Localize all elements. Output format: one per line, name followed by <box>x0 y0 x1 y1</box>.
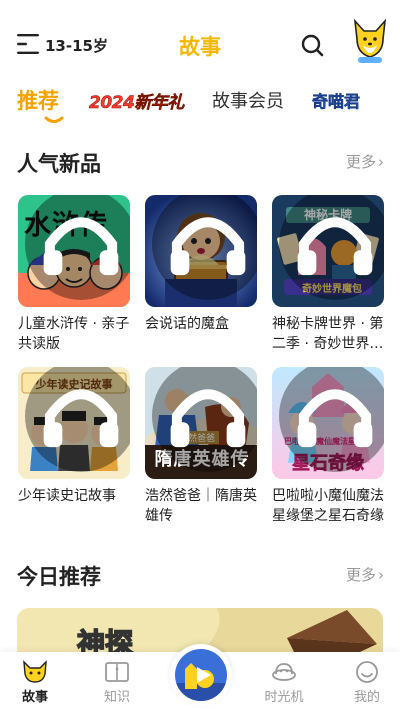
nav-label: 时光机 <box>264 690 304 705</box>
headphone-icon <box>152 195 257 300</box>
chevron-right-icon: › <box>378 565 384 584</box>
nav-item-story[interactable]: 故事 <box>5 660 65 705</box>
player-button[interactable] <box>170 644 232 706</box>
tab-new-year-gift[interactable]: 2024新年礼 <box>89 80 185 120</box>
story-card[interactable]: 神秘卡牌 奇妙世界魔包 神秘卡牌世界 · 第二季 · 奇妙世界魔包 <box>272 195 384 354</box>
tab-recommend[interactable]: 推荐 <box>17 80 64 123</box>
nav-label: 我的 <box>353 690 380 705</box>
now-playing-cover <box>175 649 227 701</box>
more-label: 更多 <box>345 153 376 171</box>
tab-story-member[interactable]: 故事会员 <box>212 80 284 120</box>
story-title: 浩然爸爸｜隋唐英雄传 <box>145 488 257 524</box>
nav-label: 知识 <box>103 690 130 705</box>
time-machine-icon <box>272 663 296 681</box>
fox-icon <box>23 660 47 683</box>
story-title: 儿童水浒传 · 亲子共读版 <box>18 316 130 352</box>
story-cover: 浩然爸爸 隋唐英雄传 <box>145 367 257 479</box>
story-title: 少年读史记故事 <box>18 488 116 504</box>
tab-label: 推荐 <box>17 89 59 113</box>
tab-label: 2024新年礼 <box>89 92 185 113</box>
tab-label: 奇喵君 <box>312 92 361 112</box>
smile-icon <box>356 661 378 683</box>
book-icon <box>105 662 129 682</box>
story-cover <box>145 195 257 307</box>
search-icon[interactable] <box>300 33 324 57</box>
tab-label: 故事会员 <box>212 91 284 112</box>
fox-avatar-icon[interactable] <box>352 17 388 65</box>
page-title: 故事 <box>179 35 221 59</box>
section-title-popular: 人气新品 <box>17 152 101 176</box>
nav-label: 故事 <box>21 690 48 705</box>
story-card[interactable]: 水浒传 儿童水浒传 · 亲子共读版 <box>18 195 130 354</box>
chevron-right-icon: › <box>378 152 384 171</box>
story-card[interactable]: 少年读史记故事 少年读史记故事 <box>18 367 130 506</box>
story-cover: 水浒传 <box>18 195 130 307</box>
headphone-icon <box>152 367 257 472</box>
headphone-icon <box>279 367 384 472</box>
headphone-icon <box>25 367 130 472</box>
section-title-today: 今日推荐 <box>17 565 101 589</box>
category-tabs: 推荐 2024新年礼 故事会员 奇喵君 <box>0 80 400 126</box>
more-link-popular[interactable]: 更多 › <box>346 151 384 172</box>
story-cover: 神秘卡牌 奇妙世界魔包 <box>272 195 384 307</box>
story-card[interactable]: 浩然爸爸 隋唐英雄传 浩然爸爸｜隋唐英雄传 <box>145 367 257 526</box>
story-title: 会说话的魔盒 <box>145 316 229 332</box>
tab-qimiaojun[interactable]: 奇喵君 <box>312 80 361 120</box>
top-bar: 13-15岁 故事 <box>0 0 400 80</box>
story-cover: 巴啦啦小魔仙魔法星缘堡 星石奇缘 <box>272 367 384 479</box>
nav-item-mine[interactable]: 我的 <box>337 660 397 705</box>
story-card[interactable]: 会说话的魔盒 <box>145 195 257 334</box>
story-card[interactable]: 巴啦啦小魔仙魔法星缘堡 星石奇缘 巴啦啦小魔仙魔法星缘堡之星石奇缘 <box>272 367 384 526</box>
active-tab-indicator <box>44 116 64 123</box>
story-cover: 少年读史记故事 <box>18 367 130 479</box>
story-title: 巴啦啦小魔仙魔法星缘堡之星石奇缘 <box>272 488 384 524</box>
more-link-today[interactable]: 更多 › <box>346 564 384 585</box>
nav-item-time-machine[interactable]: 时光机 <box>254 660 314 705</box>
story-title: 神秘卡牌世界 · 第二季 · 奇妙世界魔包 <box>272 316 384 352</box>
nav-item-knowledge[interactable]: 知识 <box>87 660 147 705</box>
more-label: 更多 <box>345 566 376 584</box>
headphone-icon <box>25 195 130 300</box>
headphone-icon <box>279 195 384 300</box>
